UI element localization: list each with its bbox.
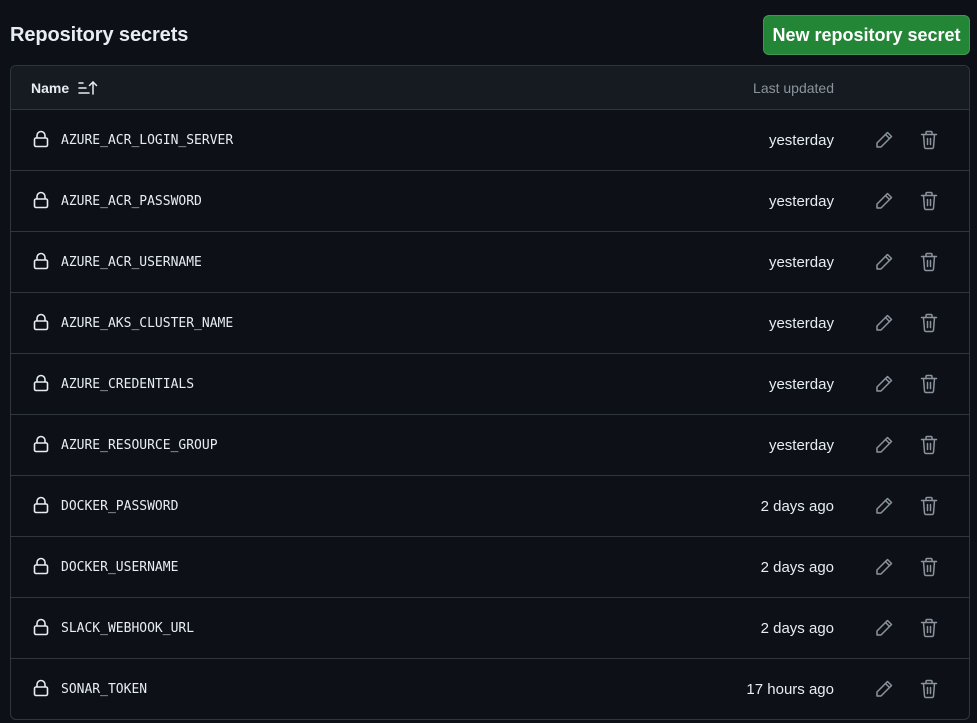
edit-secret-button[interactable] [868,124,900,156]
edit-secret-button[interactable] [868,673,900,705]
edit-secret-button[interactable] [868,490,900,522]
delete-secret-button[interactable] [913,124,945,156]
delete-secret-button[interactable] [913,185,945,217]
table-row: DOCKER_USERNAME 2 days ago [11,537,969,598]
table-row: AZURE_RESOURCE_GROUP yesterday [11,415,969,476]
table-row: AZURE_ACR_LOGIN_SERVER yesterday [11,110,969,171]
secret-name: AZURE_CREDENTIALS [61,376,195,392]
delete-secret-button[interactable] [913,368,945,400]
secret-name: AZURE_ACR_USERNAME [61,254,202,270]
delete-secret-button[interactable] [913,551,945,583]
delete-secret-button[interactable] [913,490,945,522]
secret-name: DOCKER_PASSWORD [61,498,179,514]
secret-name: AZURE_ACR_LOGIN_SERVER [61,132,234,148]
lock-icon [33,191,49,209]
table-row: DOCKER_PASSWORD 2 days ago [11,476,969,537]
secret-name: DOCKER_USERNAME [61,559,179,575]
lock-icon [33,130,49,148]
trash-icon [920,252,938,272]
lock-icon [33,252,49,270]
trash-icon [920,374,938,394]
table-row: AZURE_ACR_PASSWORD yesterday [11,171,969,232]
pencil-icon [874,191,894,211]
edit-secret-button[interactable] [868,612,900,644]
trash-icon [920,679,938,699]
last-updated-value: yesterday [768,375,834,393]
table-row: AZURE_ACR_USERNAME yesterday [11,232,969,293]
table-row: SLACK_WEBHOOK_URL 2 days ago [11,598,969,659]
lock-icon [33,374,49,392]
pencil-icon [874,496,894,516]
last-updated-value: yesterday [768,314,834,332]
table-row: AZURE_CREDENTIALS yesterday [11,354,969,415]
section-title: Repository secrets [10,24,189,46]
delete-secret-button[interactable] [913,612,945,644]
lock-icon [33,313,49,331]
last-updated-value: yesterday [768,436,834,454]
last-updated-value: yesterday [768,253,834,271]
edit-secret-button[interactable] [868,307,900,339]
delete-secret-button[interactable] [913,246,945,278]
pencil-icon [874,435,894,455]
delete-secret-button[interactable] [913,673,945,705]
trash-icon [920,191,938,211]
trash-icon [920,618,938,638]
trash-icon [920,313,938,333]
last-updated-value: 2 days ago [760,558,834,576]
lock-icon [33,679,49,697]
table-body: AZURE_ACR_LOGIN_SERVER yesterday AZURE_ACR… [11,110,969,719]
name-column-header[interactable]: Name [31,66,98,110]
edit-secret-button[interactable] [868,368,900,400]
name-column-label: Name [31,80,70,96]
secret-name: SLACK_WEBHOOK_URL [61,620,195,636]
last-updated-value: 2 days ago [760,619,834,637]
lock-icon [33,618,49,636]
last-updated-value: yesterday [768,131,834,149]
edit-secret-button[interactable] [868,429,900,461]
pencil-icon [874,618,894,638]
trash-icon [920,557,938,577]
pencil-icon [874,374,894,394]
delete-secret-button[interactable] [913,307,945,339]
secrets-table: Name Last updated AZURE_ACR_LOGIN_SERVER… [10,65,970,720]
pencil-icon [874,130,894,150]
sort-ascending-icon [78,80,98,96]
secret-name: SONAR_TOKEN [61,681,148,697]
pencil-icon [874,252,894,272]
trash-icon [920,130,938,150]
pencil-icon [874,679,894,699]
last-updated-value: yesterday [768,192,834,210]
table-header: Name Last updated [11,66,969,110]
lock-icon [33,496,49,514]
pencil-icon [874,557,894,577]
edit-secret-button[interactable] [868,551,900,583]
table-row: AZURE_AKS_CLUSTER_NAME yesterday [11,293,969,354]
trash-icon [920,496,938,516]
last-updated-value: 2 days ago [760,497,834,515]
secrets-page: Repository secrets New repository secret… [0,0,977,723]
secret-name: AZURE_RESOURCE_GROUP [61,437,218,453]
lock-icon [33,435,49,453]
edit-secret-button[interactable] [868,185,900,217]
table-row: SONAR_TOKEN 17 hours ago [11,659,969,719]
new-repository-secret-button[interactable]: New repository secret [763,15,970,55]
lock-icon [33,557,49,575]
edit-secret-button[interactable] [868,246,900,278]
pencil-icon [874,313,894,333]
last-updated-column-header: Last updated [753,80,834,96]
last-updated-value: 17 hours ago [746,680,834,698]
delete-secret-button[interactable] [913,429,945,461]
trash-icon [920,435,938,455]
secret-name: AZURE_AKS_CLUSTER_NAME [61,315,234,331]
secret-name: AZURE_ACR_PASSWORD [61,193,202,209]
